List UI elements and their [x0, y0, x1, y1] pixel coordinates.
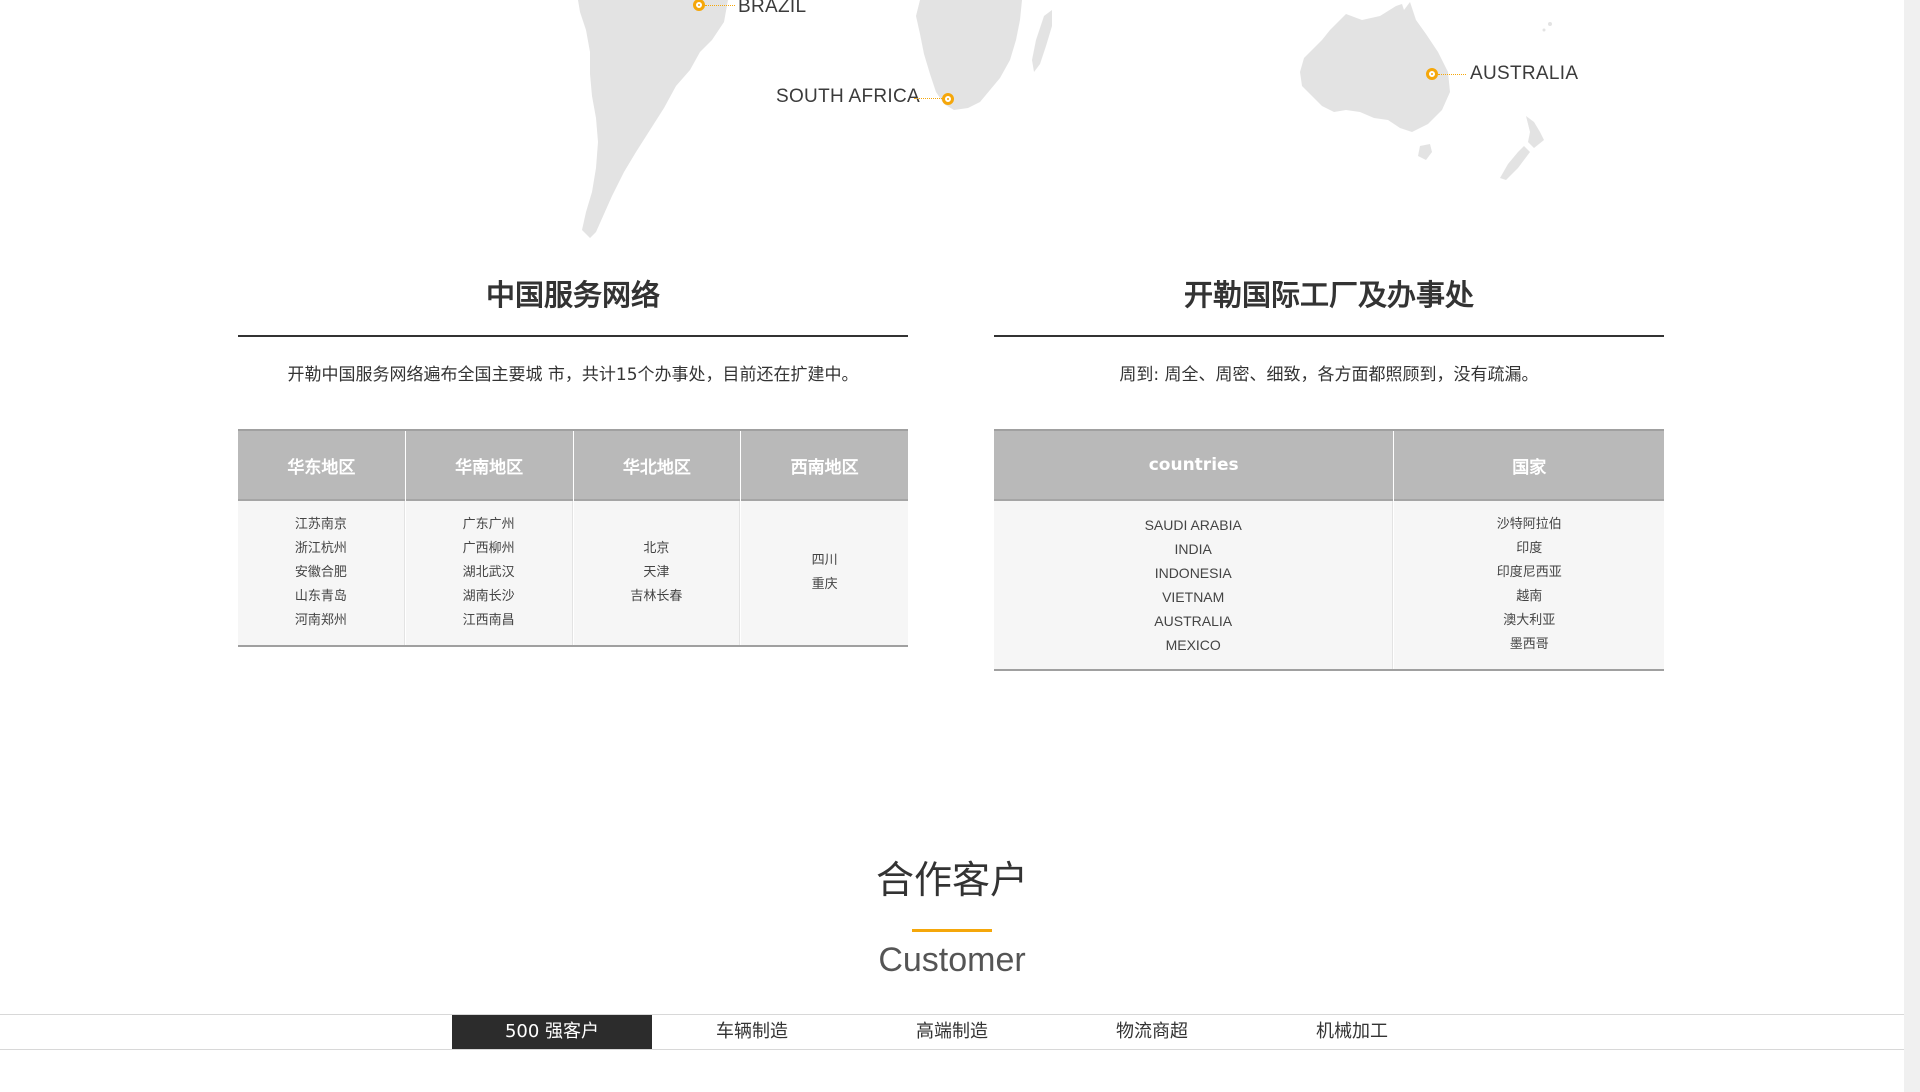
country-item: 沙特阿拉伯: [1496, 517, 1562, 532]
map-madagascar: [1032, 10, 1052, 72]
tab-fortune-500[interactable]: 500 强客户: [452, 1015, 652, 1049]
region-header: 华南地区: [405, 431, 573, 501]
city-item: 江苏南京: [294, 517, 347, 532]
map-australia: [1300, 2, 1450, 132]
china-network-title: 中国服务网络: [485, 278, 660, 312]
tab-machining[interactable]: 机械加工: [1252, 1015, 1452, 1049]
map-south-america: [578, 0, 728, 238]
city-item: 重庆: [811, 577, 838, 592]
china-network-table: 华东地区 江苏南京 浙江杭州 安徽合肥 山东青岛 河南郑州 华南地区 广东广州 …: [238, 429, 908, 647]
city-item: 山东青岛: [294, 589, 347, 604]
city-item: 浙江杭州: [294, 541, 347, 556]
region-column-south: 华南地区 广东广州 广西柳州 湖北武汉 湖南长沙 江西南昌: [405, 431, 574, 645]
country-item: 墨西哥: [1509, 637, 1549, 652]
city-item: 吉林长春: [630, 589, 683, 604]
country-cn-column: 国家 沙特阿拉伯 印度 印度尼西亚 越南 澳大利亚 墨西哥: [1394, 431, 1664, 669]
map-new-zealand: [1526, 116, 1544, 148]
international-panel: 开勒国际工厂及办事处 周到: 周全、周密、细致，各方面都照顾到，没有疏漏。 co…: [994, 270, 1664, 671]
international-title: 开勒国际工厂及办事处: [1183, 278, 1474, 312]
world-map: [578, 0, 1552, 238]
tab-high-end-manufacturing[interactable]: 高端制造: [852, 1015, 1052, 1049]
country-item: MEXICO: [1165, 637, 1221, 653]
region-column-north: 华北地区 北京 天津 吉林长春: [573, 431, 742, 645]
international-description: 周到: 周全、周密、细致，各方面都照顾到，没有疏漏。: [1119, 365, 1539, 385]
customer-tabs: 500 强客户 车辆制造 高端制造 物流商超 机械加工: [452, 1015, 1452, 1049]
city-item: 湖南长沙: [462, 589, 515, 604]
customer-accent-line: [912, 929, 992, 932]
city-item: 北京: [643, 541, 670, 556]
country-cn-header: 国家: [1394, 431, 1664, 501]
city-item: 天津: [643, 565, 670, 580]
city-item: 广东广州: [462, 517, 515, 532]
south-africa-label: SOUTH AFRICA: [776, 86, 921, 107]
page: BRAZIL SOUTH AFRICA AUSTRALIA 中国服务网络 开勒中…: [0, 0, 1904, 1092]
region-header: 华北地区: [573, 431, 741, 501]
australia-connector: [1438, 74, 1466, 75]
map-new-zealand-south: [1500, 146, 1530, 180]
region-cities: 北京 天津 吉林长春: [573, 501, 741, 645]
china-network-panel: 中国服务网络 开勒中国服务网络遍布全国主要城 市，共计15个办事处，目前还在扩建…: [238, 270, 908, 647]
divider: [238, 335, 908, 337]
customer-tabs-bar: 500 强客户 车辆制造 高端制造 物流商超 机械加工: [0, 1014, 1904, 1050]
customer-title: 合作客户: [875, 858, 1028, 902]
country-cn-list: 沙特阿拉伯 印度 印度尼西亚 越南 澳大利亚 墨西哥: [1394, 501, 1664, 669]
map-island: [1548, 22, 1552, 26]
international-table: countries SAUDI ARABIA INDIA INDONESIA V…: [994, 429, 1664, 671]
brazil-connector: [705, 5, 735, 6]
country-item: 印度尼西亚: [1496, 565, 1562, 580]
country-item: 印度: [1516, 541, 1543, 556]
city-item: 河南郑州: [294, 613, 347, 628]
tab-logistics-retail[interactable]: 物流商超: [1052, 1015, 1252, 1049]
brazil-label: BRAZIL: [738, 0, 807, 17]
countries-list: SAUDI ARABIA INDIA INDONESIA VIETNAM AUS…: [994, 501, 1394, 669]
city-item: 安徽合肥: [294, 565, 347, 580]
countries-header: countries: [994, 431, 1394, 501]
country-item: 越南: [1516, 589, 1543, 604]
country-item: 澳大利亚: [1503, 613, 1556, 628]
region-header: 西南地区: [741, 431, 908, 501]
south-africa-connector: [914, 98, 942, 99]
country-item: INDONESIA: [1154, 565, 1232, 581]
map-tasmania: [1418, 144, 1432, 160]
region-cities: 江苏南京 浙江杭州 安徽合肥 山东青岛 河南郑州: [238, 501, 405, 645]
city-item: 江西南昌: [462, 613, 515, 628]
city-item: 四川: [811, 553, 838, 568]
australia-label: AUSTRALIA: [1470, 63, 1579, 84]
country-item: INDIA: [1174, 541, 1212, 557]
map-island: [1542, 28, 1546, 32]
country-item: VIETNAM: [1162, 589, 1225, 605]
australia-pin[interactable]: [1426, 68, 1438, 80]
region-cities: 广东广州 广西柳州 湖北武汉 湖南长沙 江西南昌: [405, 501, 573, 645]
region-column-southwest: 西南地区 四川 重庆: [741, 431, 908, 645]
customer-subtitle: Customer: [878, 941, 1026, 979]
south-africa-pin[interactable]: [942, 93, 954, 105]
scrollbar[interactable]: [1904, 0, 1920, 1092]
tab-vehicle-manufacturing[interactable]: 车辆制造: [652, 1015, 852, 1049]
countries-column: countries SAUDI ARABIA INDIA INDONESIA V…: [994, 431, 1395, 669]
country-item: AUSTRALIA: [1154, 613, 1233, 629]
country-item: SAUDI ARABIA: [1144, 517, 1242, 533]
map-africa: [916, 0, 1022, 110]
city-item: 湖北武汉: [462, 565, 515, 580]
divider: [994, 335, 1664, 337]
region-cities: 四川 重庆: [741, 501, 908, 645]
city-item: 广西柳州: [462, 541, 515, 556]
region-column-east: 华东地区 江苏南京 浙江杭州 安徽合肥 山东青岛 河南郑州: [238, 431, 406, 645]
china-network-description: 开勒中国服务网络遍布全国主要城 市，共计15个办事处，目前还在扩建中。: [287, 365, 859, 385]
region-header: 华东地区: [238, 431, 405, 501]
